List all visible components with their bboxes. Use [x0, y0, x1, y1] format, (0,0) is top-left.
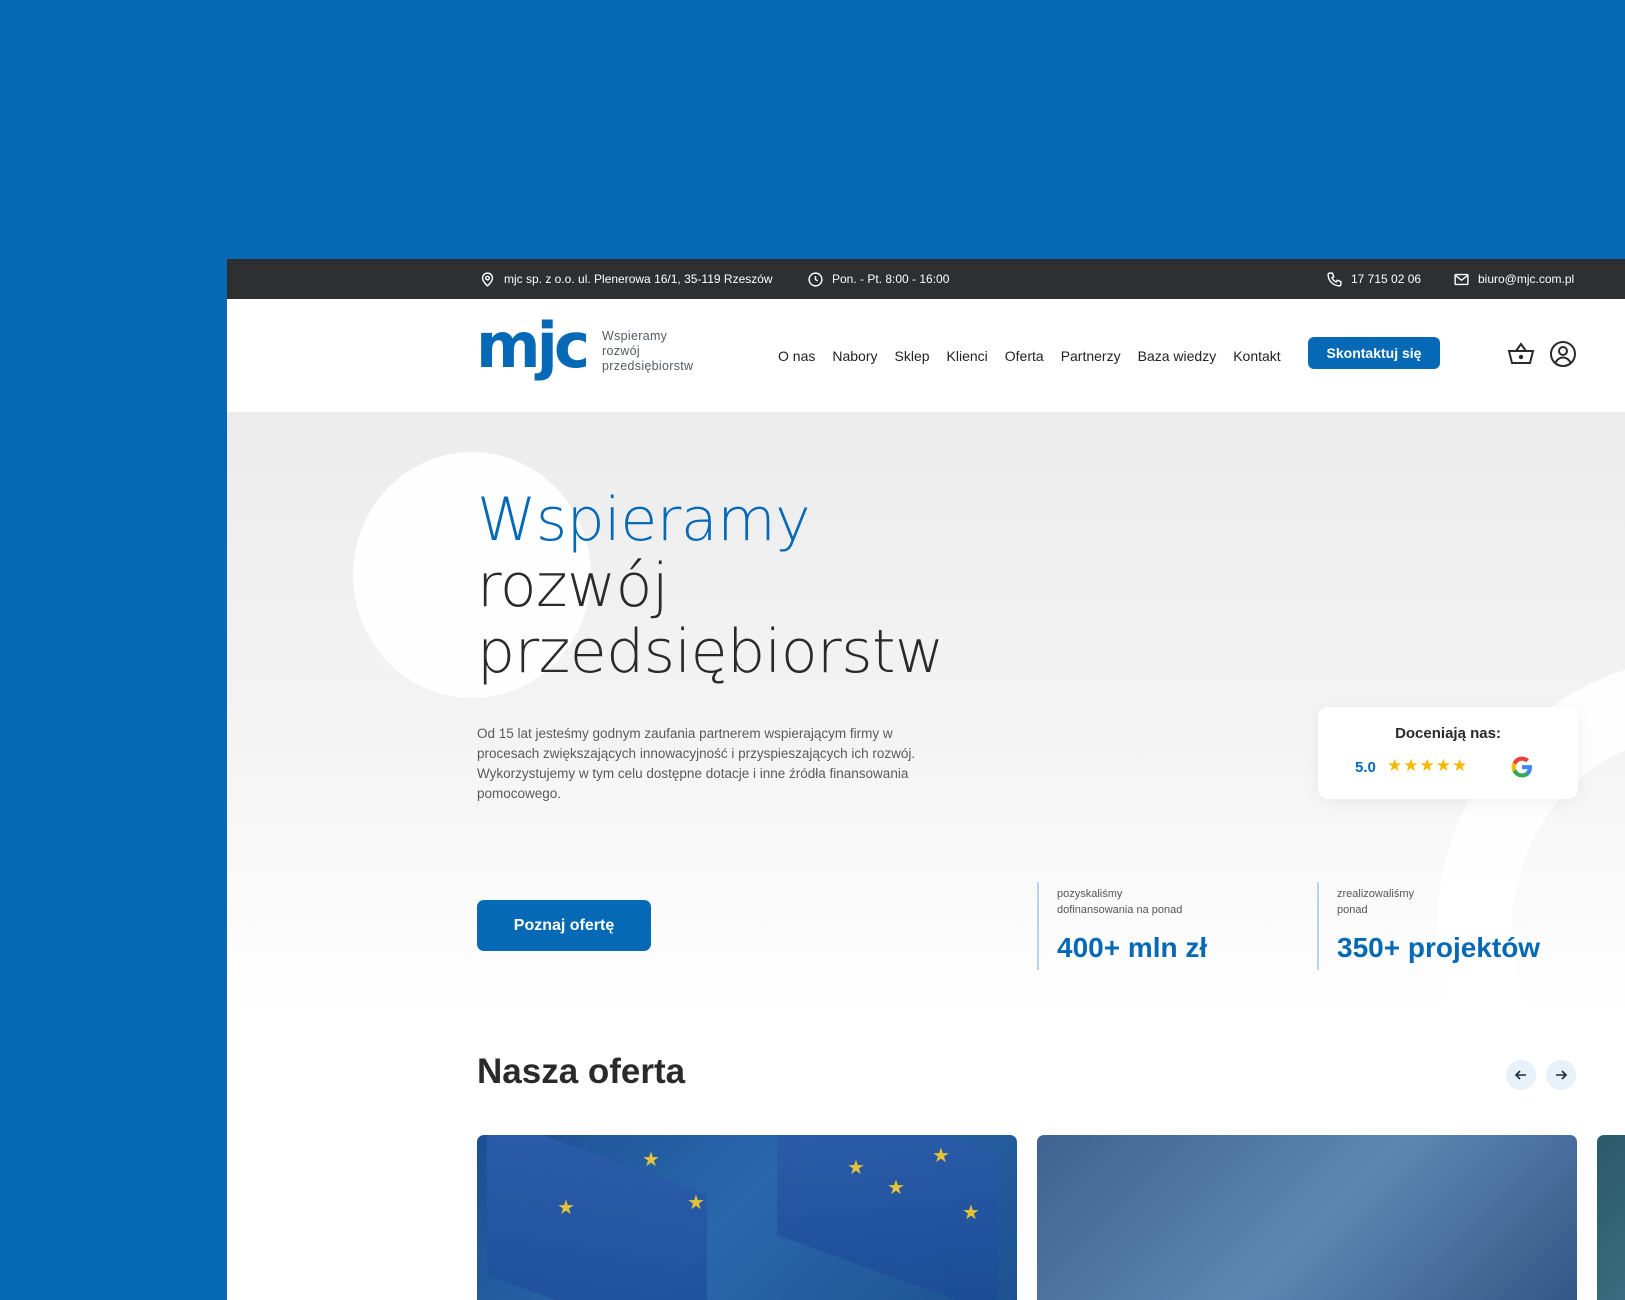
star-icon: ★: [642, 1149, 660, 1171]
rating-card: Doceniają nas: 5.0 ★★★★★: [1318, 707, 1578, 799]
contact-button[interactable]: Skontaktuj się: [1308, 337, 1440, 369]
google-icon[interactable]: [1509, 754, 1535, 780]
stat-projects-label: zrealizowaliśmy ponad: [1337, 886, 1540, 918]
logo-tagline: Wspieramy rozwój przedsiębiorstw: [602, 329, 693, 374]
hero-description: Od 15 lat jesteśmy godnym zaufania partn…: [477, 726, 916, 801]
email-text: biuro@mjc.com.pl: [1478, 272, 1575, 286]
star-icon: ★: [847, 1157, 865, 1179]
nav-item-klienci[interactable]: Klienci: [947, 348, 988, 364]
hero-section: Wspieramy rozwój przedsiębiorstw Od 15 l…: [227, 412, 1625, 1012]
stat-projects-label-line-1: zrealizowaliśmy: [1337, 888, 1415, 900]
offer-card-eu-funds[interactable]: ★ ★ ★ ★ ★ ★ ★: [477, 1135, 1017, 1300]
offer-card-consulting[interactable]: [1037, 1135, 1577, 1300]
offer-section-title: Nasza oferta: [477, 1052, 686, 1091]
offer-button[interactable]: Poznaj ofertę: [477, 900, 651, 951]
rating-stars: ★★★★★: [1387, 756, 1468, 776]
tagline-line-1: Wspieramy: [602, 329, 668, 343]
stat-funding: pozyskaliśmy dofinansowania na ponad 400…: [1037, 882, 1207, 970]
star-icon: ★: [962, 1202, 980, 1224]
nav-item-partnerzy[interactable]: Partnerzy: [1061, 348, 1121, 364]
nav-item-o-nas[interactable]: O nas: [778, 348, 815, 364]
star-icon: ★: [557, 1197, 575, 1219]
offer-card-partial[interactable]: [1597, 1135, 1625, 1300]
nav-item-sklep[interactable]: Sklep: [895, 348, 930, 364]
clock-icon: [808, 271, 823, 287]
rating-score: 5.0: [1355, 759, 1376, 776]
carousel-prev-button[interactable]: [1506, 1060, 1536, 1090]
address-item: mjc sp. z o.o. ul. Plenerowa 16/1, 35-11…: [479, 259, 773, 299]
eu-flag-image: [487, 1135, 707, 1300]
star-icon: ★: [1452, 756, 1469, 775]
hero-title-line-3: przedsiębiorstw: [477, 617, 944, 687]
hero-title-line-2: rozwój: [477, 551, 669, 621]
star-icon: ★: [1419, 756, 1436, 775]
address-text: mjc sp. z o.o. ul. Plenerowa 16/1, 35-11…: [504, 272, 773, 286]
hours-text: Pon. - Pt. 8:00 - 16:00: [832, 272, 950, 286]
mail-icon: [1454, 273, 1469, 285]
location-pin-icon: [481, 271, 494, 287]
email-item[interactable]: biuro@mjc.com.pl: [1453, 259, 1574, 299]
phone-icon: [1327, 271, 1342, 287]
hero-title: Wspieramy rozwój przedsiębiorstw: [477, 487, 944, 685]
main-nav: O nas Nabory Sklep Klienci Oferta Partne…: [778, 299, 1281, 412]
user-icon[interactable]: [1548, 339, 1578, 369]
nav-item-kontakt[interactable]: Kontakt: [1233, 348, 1280, 364]
star-icon: ★: [1403, 756, 1420, 775]
stat-funding-value: 400+ mln zł: [1057, 932, 1208, 963]
nav-item-baza-wiedzy[interactable]: Baza wiedzy: [1138, 348, 1217, 364]
basket-icon[interactable]: [1506, 339, 1536, 369]
arrow-right-icon: [1556, 1070, 1568, 1080]
nav-item-nabory[interactable]: Nabory: [832, 348, 877, 364]
main-header: mjc Wspieramy rozwój przedsiębiorstw O n…: [227, 299, 1625, 412]
phone-item[interactable]: 17 715 02 06: [1326, 259, 1421, 299]
star-icon: ★: [1435, 756, 1452, 775]
star-icon: ★: [1387, 756, 1404, 775]
carousel-next-button[interactable]: [1546, 1060, 1576, 1090]
website-frame: mjc sp. z o.o. ul. Plenerowa 16/1, 35-11…: [227, 259, 1625, 1300]
stat-funding-label-line-1: pozyskaliśmy: [1057, 888, 1123, 900]
star-icon: ★: [687, 1192, 705, 1214]
star-icon: ★: [887, 1177, 905, 1199]
tagline-line-2: rozwój: [602, 344, 640, 358]
phone-text: 17 715 02 06: [1351, 272, 1422, 286]
hero-title-line-1: Wspieramy: [477, 485, 811, 555]
stat-funding-label: pozyskaliśmy dofinansowania na ponad: [1057, 886, 1207, 918]
star-icon: ★: [932, 1145, 950, 1167]
top-bar: mjc sp. z o.o. ul. Plenerowa 16/1, 35-11…: [227, 259, 1625, 299]
tagline-line-3: przedsiębiorstw: [602, 359, 694, 373]
stat-projects-label-line-2: ponad: [1337, 904, 1368, 916]
svg-text:mjc: mjc: [476, 317, 586, 382]
stat-funding-label-line-2: dofinansowania na ponad: [1057, 904, 1183, 916]
rating-title: Doceniają nas:: [1395, 725, 1501, 742]
nav-item-oferta[interactable]: Oferta: [1005, 348, 1044, 364]
arrow-left-icon: [1514, 1070, 1526, 1080]
hours-item: Pon. - Pt. 8:00 - 16:00: [807, 259, 949, 299]
stat-projects: zrealizowaliśmy ponad 350+ projektów: [1317, 882, 1540, 970]
mjc-logo[interactable]: mjc: [476, 317, 586, 389]
stat-projects-value: 350+ projektów: [1337, 932, 1541, 963]
